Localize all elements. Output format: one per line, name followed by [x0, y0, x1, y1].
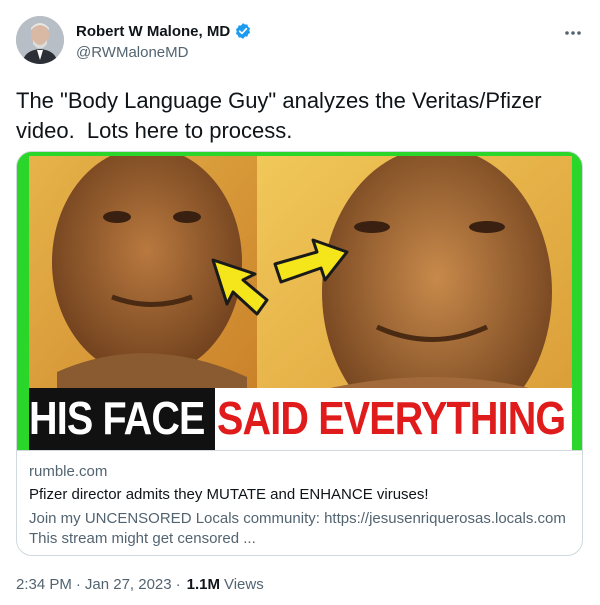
- author-name-row: Robert W Malone, MD: [76, 22, 252, 40]
- tweet-footer: 2:34 PM · Jan 27, 2023 · 1.1M Views: [16, 576, 264, 593]
- card-domain: rumble.com: [29, 463, 108, 480]
- verified-badge-icon: [234, 22, 252, 40]
- tweet: Robert W Malone, MD @RWMaloneMD The "Bod…: [0, 0, 600, 605]
- tweet-time[interactable]: 2:34 PM: [16, 576, 72, 593]
- link-card[interactable]: HIS FACE SAID EVERYTHING rumble.com Pfiz…: [16, 151, 583, 556]
- author-handle[interactable]: @RWMaloneMD: [76, 44, 188, 61]
- thumbnail-caption-left: HIS FACE: [29, 392, 205, 444]
- card-title: Pfizer director admits they MUTATE and E…: [29, 486, 429, 503]
- tweet-date[interactable]: Jan 27, 2023: [85, 576, 172, 593]
- tweet-text: The "Body Language Guy" analyzes the Ver…: [16, 88, 548, 143]
- separator-dot: ·: [175, 576, 181, 593]
- thumbnail-caption-right: SAID EVERYTHING: [217, 392, 566, 444]
- card-description: Join my UNCENSORED Locals community: htt…: [29, 510, 566, 547]
- views-label: Views: [223, 576, 264, 593]
- avatar-image: [16, 16, 64, 64]
- card-meta[interactable]: rumble.com Pfizer director admits they M…: [17, 450, 582, 555]
- views-count: 1.1M: [186, 576, 220, 593]
- author-name[interactable]: Robert W Malone, MD: [76, 23, 230, 40]
- more-options-icon[interactable]: [560, 20, 586, 46]
- separator-dot: ·: [75, 576, 81, 593]
- avatar[interactable]: [16, 16, 64, 64]
- card-thumbnail[interactable]: HIS FACE SAID EVERYTHING: [17, 152, 582, 450]
